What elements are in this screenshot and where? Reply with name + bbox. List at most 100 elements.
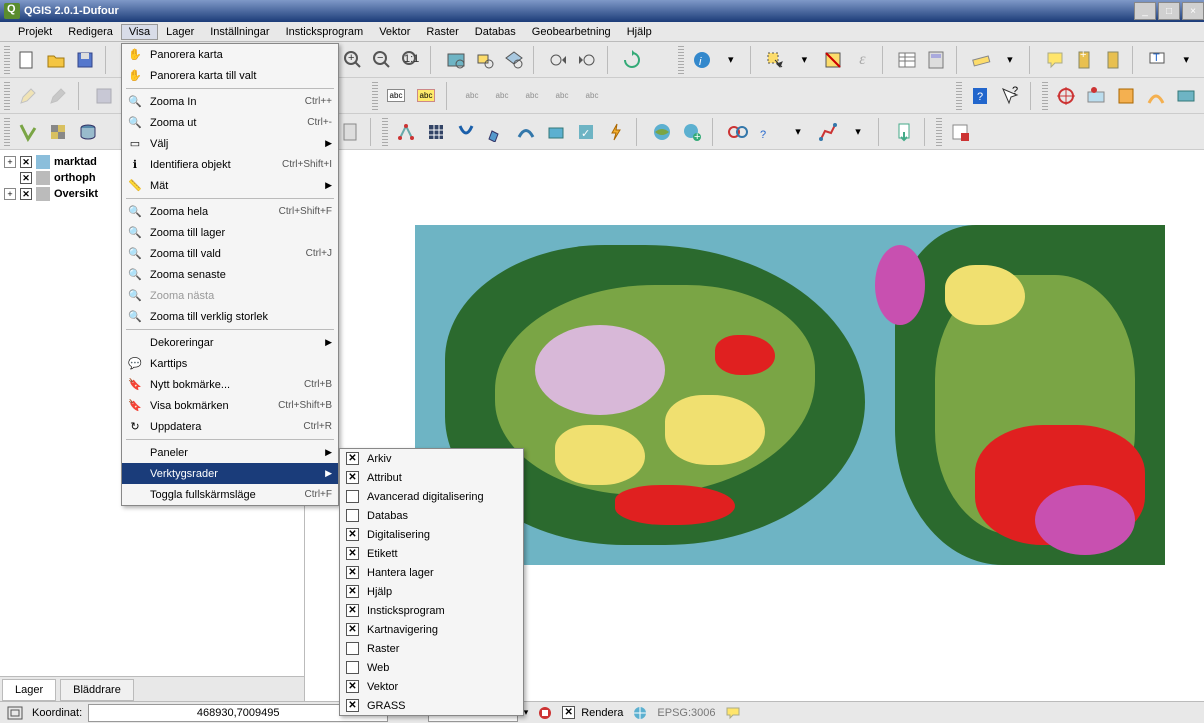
menu-verktygsrader[interactable]: Verktygsrader▶	[122, 463, 338, 484]
road-graph-button[interactable]	[1142, 82, 1170, 110]
expand-icon[interactable]: +	[4, 188, 16, 200]
submenu-hjalp[interactable]: Hjälp	[340, 582, 523, 601]
gps-button[interactable]	[1052, 82, 1080, 110]
zoom-full-button[interactable]	[442, 46, 469, 74]
menu-valj[interactable]: ▭Välj▶	[122, 133, 338, 154]
help-button[interactable]: ?	[966, 82, 994, 110]
menu-dekoreringar[interactable]: Dekoreringar▶	[122, 332, 338, 353]
expression-button[interactable]: ε	[849, 46, 876, 74]
menu-lager[interactable]: Lager	[158, 24, 202, 40]
save-project-button[interactable]	[72, 46, 99, 74]
submenu-hantera-lager[interactable]: Hantera lager	[340, 563, 523, 582]
label-change-button[interactable]: abc	[578, 82, 606, 110]
checkbox[interactable]	[346, 528, 359, 541]
zoom-native-button[interactable]: 1:1	[398, 46, 425, 74]
select-button[interactable]	[762, 46, 789, 74]
zoom-out-button[interactable]: −	[369, 46, 396, 74]
expand-icon[interactable]: +	[4, 156, 16, 168]
submenu-web[interactable]: Web	[340, 658, 523, 677]
toggle-extents-button[interactable]	[4, 704, 26, 722]
save-layer-edits-button[interactable]	[90, 82, 118, 110]
submenu-digitalisering[interactable]: Digitalisering	[340, 525, 523, 544]
submenu-vektor[interactable]: Vektor	[340, 677, 523, 696]
snap-dropdown-button[interactable]: ▾	[784, 118, 812, 146]
add-postgis-button[interactable]	[74, 118, 102, 146]
scale-dropdown-button[interactable]: ▾	[524, 707, 529, 718]
menu-karttips[interactable]: 💬Karttips	[122, 353, 338, 374]
menu-visa-bokmarken[interactable]: 🔖Visa bokmärkenCtrl+Shift+B	[122, 395, 338, 416]
menu-identifiera[interactable]: ℹIdentifiera objektCtrl+Shift+I	[122, 154, 338, 175]
menu-visa[interactable]: Visa	[121, 24, 158, 40]
menu-hjalp[interactable]: Hjälp	[619, 24, 660, 40]
deselect-button[interactable]	[820, 46, 847, 74]
visibility-checkbox[interactable]: ✕	[20, 156, 32, 168]
maptips-button[interactable]	[1041, 46, 1068, 74]
globe-button[interactable]	[648, 118, 676, 146]
checkbox[interactable]	[346, 680, 359, 693]
menu-uppdatera[interactable]: ↻UppdateraCtrl+R	[122, 416, 338, 437]
add-vector-button[interactable]	[14, 118, 42, 146]
submenu-avancerad-dig[interactable]: Avancerad digitalisering	[340, 487, 523, 506]
label-layer-button[interactable]: abc	[382, 82, 410, 110]
menu-panorera-valt[interactable]: ✋Panorera karta till valt	[122, 65, 338, 86]
bookmark-show-button[interactable]	[1099, 46, 1126, 74]
grip-icon[interactable]	[382, 118, 388, 146]
tab-bladdrare[interactable]: Bläddrare	[60, 679, 134, 701]
menu-zooma-senaste[interactable]: 🔍Zooma senaste	[122, 264, 338, 285]
maximize-button[interactable]: □	[1158, 2, 1180, 20]
grip-icon[interactable]	[4, 118, 10, 146]
save-edits-button[interactable]	[44, 82, 72, 110]
crs-button[interactable]	[629, 704, 651, 722]
checkbox[interactable]	[346, 547, 359, 560]
checkbox[interactable]	[346, 623, 359, 636]
menu-vektor[interactable]: Vektor	[371, 24, 418, 40]
add-raster-button[interactable]	[44, 118, 72, 146]
menu-redigera[interactable]: Redigera	[60, 24, 121, 40]
zoom-in-button[interactable]: +	[340, 46, 367, 74]
whatsthis-button[interactable]: ?	[996, 82, 1024, 110]
checkbox[interactable]	[346, 509, 359, 522]
grip-icon[interactable]	[956, 82, 962, 110]
annotation-button[interactable]: T	[1144, 46, 1171, 74]
label-rotate-button[interactable]: abc	[548, 82, 576, 110]
menu-zooma-verklig[interactable]: 🔍Zooma till verklig storlek	[122, 306, 338, 327]
geometry-button[interactable]	[542, 118, 570, 146]
grip-icon[interactable]	[4, 82, 10, 110]
grip-icon[interactable]	[4, 46, 10, 74]
open-project-button[interactable]	[43, 46, 70, 74]
menu-raster[interactable]: Raster	[418, 24, 466, 40]
attribute-table-button[interactable]	[894, 46, 921, 74]
messages-button[interactable]	[722, 704, 744, 722]
checkbox[interactable]	[346, 642, 359, 655]
zoom-last-button[interactable]	[545, 46, 572, 74]
menu-toggla-fullskarm[interactable]: Toggla fullskärmslägeCtrl+F	[122, 484, 338, 505]
submenu-kartnavigering[interactable]: Kartnavigering	[340, 620, 523, 639]
zoom-next-button[interactable]	[574, 46, 601, 74]
grip-icon[interactable]	[936, 118, 942, 146]
field-calculator-button[interactable]	[923, 46, 950, 74]
evis-button[interactable]	[1172, 82, 1200, 110]
grip-icon[interactable]	[372, 82, 378, 110]
submenu-raster[interactable]: Raster	[340, 639, 523, 658]
menu-zooma-ut[interactable]: 🔍Zooma utCtrl+-	[122, 112, 338, 133]
submenu-etikett[interactable]: Etikett	[340, 544, 523, 563]
new-project-button[interactable]	[14, 46, 41, 74]
refresh-button[interactable]	[619, 46, 646, 74]
snap-button[interactable]: ?	[754, 118, 782, 146]
calc-button[interactable]	[336, 118, 364, 146]
globe-add-button[interactable]: +	[678, 118, 706, 146]
minimize-button[interactable]: _	[1134, 2, 1156, 20]
georef-button[interactable]	[1082, 82, 1110, 110]
menu-zooma-vald[interactable]: 🔍Zooma till valdCtrl+J	[122, 243, 338, 264]
submenu-insticksprogram[interactable]: Insticksprogram	[340, 601, 523, 620]
export-button[interactable]	[890, 118, 918, 146]
bookmark-new-button[interactable]: +	[1070, 46, 1097, 74]
osm-button[interactable]	[1112, 82, 1140, 110]
submenu-databas[interactable]: Databas	[340, 506, 523, 525]
menu-nytt-bokmarke[interactable]: 🔖Nytt bokmärke...Ctrl+B	[122, 374, 338, 395]
topology-button[interactable]	[724, 118, 752, 146]
visibility-checkbox[interactable]: ✕	[20, 188, 32, 200]
path-dropdown-button[interactable]: ▾	[844, 118, 872, 146]
submenu-grass[interactable]: GRASS	[340, 696, 523, 715]
label-move-button[interactable]: abc	[518, 82, 546, 110]
